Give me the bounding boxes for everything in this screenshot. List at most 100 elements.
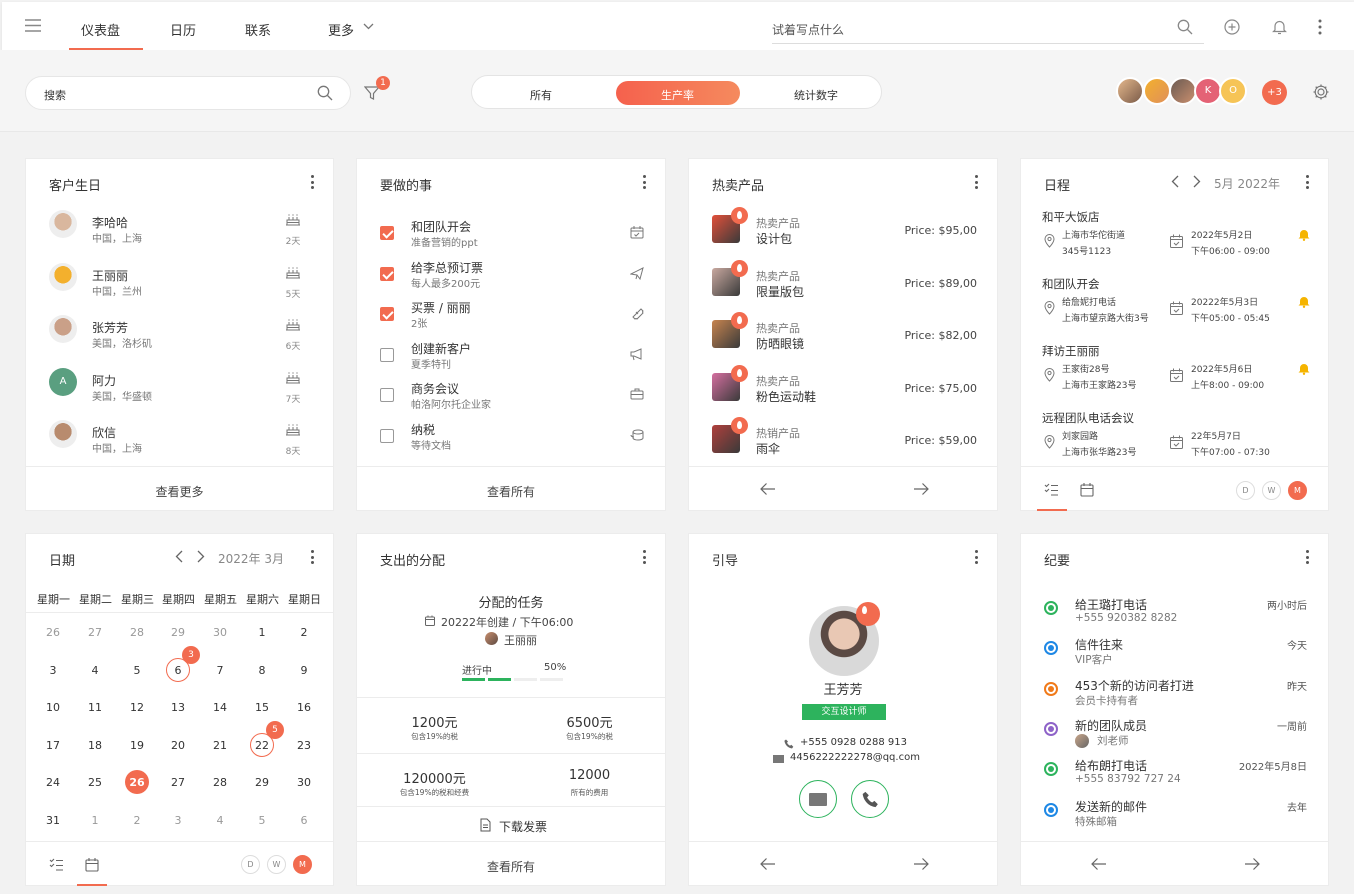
- chevron-down-icon[interactable]: [363, 23, 374, 30]
- view-month-button[interactable]: M: [293, 855, 312, 874]
- calendar-day[interactable]: 6: [289, 814, 319, 827]
- calendar-day[interactable]: 2: [289, 626, 319, 639]
- view-day-button[interactable]: D: [241, 855, 260, 874]
- search-icon[interactable]: [317, 85, 333, 101]
- view-week-button[interactable]: W: [1262, 481, 1281, 500]
- bell-icon[interactable]: [1298, 228, 1310, 244]
- avatar[interactable]: K: [1194, 77, 1222, 105]
- view-month-button[interactable]: M: [1288, 481, 1307, 500]
- document-icon[interactable]: [480, 818, 491, 832]
- calendar-day[interactable]: 30: [289, 776, 319, 789]
- menu-icon[interactable]: [25, 19, 41, 32]
- view-day-button[interactable]: D: [1236, 481, 1255, 500]
- more-vertical-icon[interactable]: [1318, 19, 1322, 35]
- bell-icon[interactable]: [1272, 19, 1287, 35]
- add-icon[interactable]: [1224, 19, 1240, 35]
- calendar-day[interactable]: 29: [163, 626, 193, 639]
- todo-checkbox[interactable]: [380, 388, 394, 402]
- segment-statistics[interactable]: 统计数字: [794, 87, 838, 103]
- bell-icon[interactable]: [1298, 362, 1310, 378]
- calendar-day[interactable]: 8: [247, 664, 277, 677]
- calendar-day[interactable]: 29: [247, 776, 277, 789]
- list-check-icon[interactable]: [49, 858, 64, 871]
- calendar-day[interactable]: 20: [163, 739, 193, 752]
- arrow-left-icon[interactable]: [759, 857, 776, 871]
- calendar-day[interactable]: 23: [289, 739, 319, 752]
- search-input[interactable]: 搜索: [25, 76, 351, 110]
- view-week-button[interactable]: W: [267, 855, 286, 874]
- gear-icon[interactable]: [1312, 83, 1330, 101]
- download-invoice-button[interactable]: 下载发票: [499, 818, 547, 835]
- more-users-badge[interactable]: +3: [1262, 80, 1287, 105]
- calendar-day[interactable]: 21: [205, 739, 235, 752]
- arrow-right-icon[interactable]: [913, 857, 930, 871]
- calendar-day[interactable]: 5: [247, 814, 277, 827]
- more-vertical-icon[interactable]: [975, 175, 979, 189]
- more-vertical-icon[interactable]: [1306, 175, 1310, 189]
- view-all-link[interactable]: 查看所有: [357, 858, 665, 875]
- calendar-day[interactable]: 5: [122, 664, 152, 677]
- calendar-icon[interactable]: [1080, 482, 1094, 497]
- call-button[interactable]: [851, 780, 889, 818]
- calendar-day[interactable]: 19: [122, 739, 152, 752]
- calendar-day[interactable]: 31: [38, 814, 68, 827]
- todo-checkbox[interactable]: [380, 307, 394, 321]
- tab-contacts[interactable]: 联系: [245, 20, 271, 39]
- more-vertical-icon[interactable]: [1306, 550, 1310, 564]
- calendar-day[interactable]: 2: [122, 814, 152, 827]
- arrow-left-icon[interactable]: [759, 482, 776, 496]
- arrow-right-icon[interactable]: [1244, 857, 1261, 871]
- segment-all[interactable]: 所有: [530, 87, 552, 103]
- calendar-day[interactable]: 28: [122, 626, 152, 639]
- avatar[interactable]: [1169, 77, 1197, 105]
- tab-calendar[interactable]: 日历: [170, 20, 196, 39]
- arrow-left-icon[interactable]: [1090, 857, 1107, 871]
- calendar-day[interactable]: 3: [163, 814, 193, 827]
- search-icon[interactable]: [1177, 19, 1193, 35]
- calendar-day[interactable]: 18: [80, 739, 110, 752]
- calendar-day[interactable]: 24: [38, 776, 68, 789]
- bell-icon[interactable]: [1298, 295, 1310, 311]
- tab-more[interactable]: 更多: [328, 20, 354, 39]
- calendar-day[interactable]: 1: [80, 814, 110, 827]
- top-search-input[interactable]: 试着写点什么: [772, 12, 1204, 44]
- more-vertical-icon[interactable]: [311, 550, 315, 564]
- tab-dashboard[interactable]: 仪表盘: [81, 20, 120, 39]
- avatar[interactable]: O: [1219, 77, 1247, 105]
- chevron-left-icon[interactable]: [1171, 175, 1179, 188]
- calendar-day[interactable]: 7: [205, 664, 235, 677]
- calendar-day[interactable]: 14: [205, 701, 235, 714]
- calendar-day[interactable]: 22: [247, 739, 277, 752]
- calendar-day[interactable]: 26: [38, 626, 68, 639]
- calendar-day[interactable]: 11: [80, 701, 110, 714]
- avatar[interactable]: [1143, 77, 1171, 105]
- more-vertical-icon[interactable]: [643, 175, 647, 189]
- chevron-left-icon[interactable]: [175, 550, 183, 563]
- todo-checkbox[interactable]: [380, 428, 394, 443]
- calendar-icon[interactable]: [85, 857, 99, 872]
- view-all-link[interactable]: 查看所有: [357, 483, 665, 500]
- message-button[interactable]: [799, 780, 837, 818]
- calendar-day[interactable]: 17: [38, 739, 68, 752]
- arrow-right-icon[interactable]: [913, 482, 930, 496]
- calendar-day[interactable]: 16: [289, 701, 319, 714]
- calendar-day[interactable]: 25: [80, 776, 110, 789]
- calendar-day[interactable]: 1: [247, 626, 277, 639]
- calendar-day[interactable]: 13: [163, 701, 193, 714]
- todo-checkbox[interactable]: [380, 266, 394, 281]
- calendar-day[interactable]: 3: [38, 664, 68, 677]
- calendar-day[interactable]: 9: [289, 664, 319, 677]
- view-more-link[interactable]: 查看更多: [26, 483, 333, 500]
- todo-checkbox[interactable]: [380, 226, 394, 240]
- calendar-day[interactable]: 27: [163, 776, 193, 789]
- more-vertical-icon[interactable]: [311, 175, 315, 189]
- list-check-icon[interactable]: [1044, 483, 1059, 496]
- chevron-right-icon[interactable]: [197, 550, 205, 563]
- avatar[interactable]: [1116, 77, 1144, 105]
- calendar-day[interactable]: 26: [122, 776, 152, 789]
- more-vertical-icon[interactable]: [975, 550, 979, 564]
- more-vertical-icon[interactable]: [643, 550, 647, 564]
- calendar-day[interactable]: 4: [205, 814, 235, 827]
- chevron-right-icon[interactable]: [1193, 175, 1201, 188]
- calendar-day[interactable]: 27: [80, 626, 110, 639]
